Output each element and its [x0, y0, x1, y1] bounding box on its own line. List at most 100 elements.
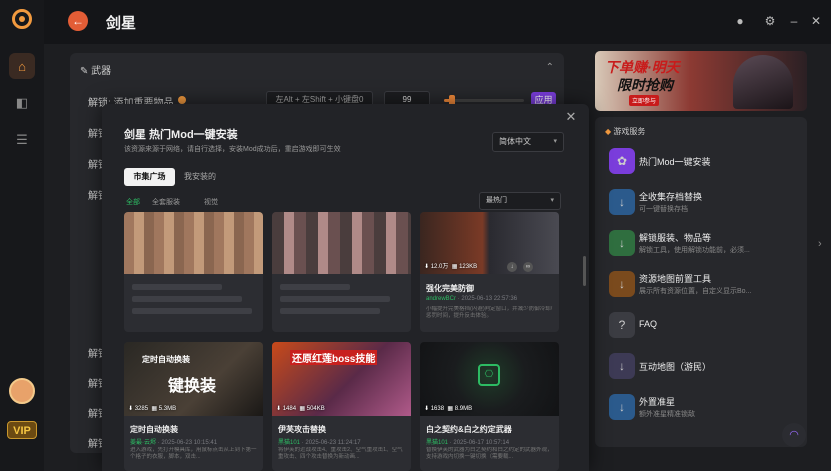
mod-description: 进入游戏，先打开模具库，用鼠标点击从上到下第一个格子的衣服，脚本，双击... [130, 447, 257, 460]
modal-title: 剑星 热门Mod一键安装 [124, 129, 238, 141]
service-title: FAQ [639, 319, 658, 329]
download-icon: ↓ [609, 394, 635, 420]
link-icon[interactable]: ∞ [523, 262, 533, 272]
filter-visual[interactable]: 视觉 [204, 197, 218, 207]
service-subtitle: 额外准星精准锁敌 [639, 411, 695, 418]
blurred-text [280, 284, 350, 290]
mod-card[interactable] [124, 212, 263, 332]
mod-stats: ⬇ 1638 ▦ 8.9MB [424, 406, 473, 412]
faq-icon: ? [609, 312, 635, 338]
mod-description: 小幅提升完美格挡(闪避)判定窗口，并减少防御冷却/惩罚时间，提升反击体验。 [426, 306, 553, 319]
thumbnail-caption: 键换装 [168, 378, 217, 395]
service-item[interactable]: ↓ 互动地图（游民） [609, 352, 799, 382]
service-item[interactable]: ↓ 全收集存档替换 可一键替换存档 [609, 188, 799, 218]
language-select[interactable]: 简体中文 ▾ [492, 132, 564, 152]
page-title: 剑星 [106, 15, 137, 32]
banner-line1: 下单赚·明天 [605, 59, 680, 75]
quantity-slider[interactable] [444, 95, 524, 106]
game-services-panel: ◆ 游戏服务 ✿ 热门Mod一键安装 ↓ 全收集存档替换 可一键替换存档 ↓ 解锁服装、物品… [595, 117, 807, 447]
left-rail: ⌂ ◧ ☰ VIP [0, 0, 44, 471]
mod-thumbnail [272, 212, 411, 274]
download-icon: ↓ [609, 189, 635, 215]
mod-name: 白之契约&白之约定武器 [426, 425, 512, 434]
mod-card[interactable] [272, 212, 411, 332]
filter-outfits[interactable]: 全套服装 [152, 197, 180, 207]
database-icon[interactable]: ☰ [9, 127, 35, 153]
mod-card[interactable]: 定时自动换装 键换装 ⬇ 3285 ▦ 5.3MB 定时自动换装 姜最·云烬 ·… [124, 342, 263, 471]
mod-thumbnail: ⬇ 12.0万 ▦ 123KB ↓ ∞ [420, 212, 559, 274]
mod-card[interactable]: 还原红莲boss技能 ⬇ 1484 ▦ 504KB 伊芙攻击替换 黑猫101 ·… [272, 342, 411, 471]
tab-installed[interactable]: 我安装的 [184, 168, 216, 186]
filter-all[interactable]: 全部 [126, 197, 140, 207]
mod-stats: ⬇ 12.0万 ▦ 123KB [424, 264, 478, 270]
service-item[interactable]: ↓ 资源地图前置工具 展示所有资源位置，自定义显示Bo... [609, 270, 799, 300]
vip-badge[interactable]: VIP [7, 421, 37, 439]
blurred-text [132, 284, 222, 290]
avatar[interactable] [9, 378, 35, 404]
close-icon[interactable]: ✕ [564, 110, 578, 124]
service-subtitle: 展示所有资源位置，自定义显示Bo... [639, 288, 752, 295]
service-subtitle: 可一键替换存档 [639, 206, 688, 213]
mod-card[interactable]: ⬇ 12.0万 ▦ 123KB ↓ ∞ 强化完美防御 andrewBCr · 2… [420, 212, 559, 332]
back-button[interactable]: ← [68, 11, 88, 31]
service-title: 解锁服装、物品等 [639, 233, 712, 243]
promo-banner[interactable]: 下单赚·明天 限时抢购 立即参与 [595, 51, 807, 111]
title-bar: ← 剑星 ● ⚙ – ✕ [44, 0, 831, 44]
blurred-text [132, 308, 252, 314]
service-item[interactable]: ↓ 解锁服装、物品等解锁工具，使用解锁功能前，必须... [609, 229, 799, 259]
mod-meta: andrewBCr · 2025-06-13 22:57:36 [426, 296, 518, 302]
chevron-down-icon: ▾ [553, 138, 557, 145]
blurred-text [132, 296, 242, 302]
close-window-icon[interactable]: ✕ [808, 13, 824, 29]
minimize-icon[interactable]: – [786, 13, 802, 29]
home-icon[interactable]: ⌂ [9, 53, 35, 79]
mod-icon: ✿ [609, 148, 635, 174]
mod-thumbnail: 定时自动换装 键换装 ⬇ 3285 ▦ 5.3MB [124, 342, 263, 416]
blurred-text [280, 308, 380, 314]
mod-meta: 黑猫101 · 2025-06-17 10:57:14 [426, 440, 510, 446]
chevron-down-icon: ▾ [550, 197, 554, 204]
service-title: 互动地图（游民） [639, 362, 712, 372]
weapon-header[interactable]: ✎ 武器 [80, 62, 111, 77]
info-icon[interactable] [178, 96, 186, 104]
download-icon: ↓ [609, 230, 635, 256]
service-item[interactable]: ↓ 外置准星 额外准星精准锁敌 [609, 393, 799, 423]
mod-meta: 黑猫101 · 2025-06-23 11:24:17 [278, 440, 361, 446]
settings-icon[interactable]: ⚙ [762, 13, 778, 29]
mod-description: 替换伊芙的武器为白之契约和白之约定的武器外观，支持游戏内切换一键切换（需要载..… [426, 447, 553, 460]
mod-thumbnail [124, 212, 263, 274]
service-title: 全收集存档替换 [639, 192, 703, 202]
services-header: ◆ 游戏服务 [605, 127, 646, 136]
mod-thumbnail: ⎔ ⬇ 1638 ▦ 8.9MB [420, 342, 559, 416]
sort-select[interactable]: 最热门 ▾ [479, 192, 561, 210]
mod-install-modal: 剑星 热门Mod一键安装 该资源来源于网络，请自行选择，安装Mod成功后，重启游… [102, 104, 589, 471]
mod-meta: 姜最·云烬 · 2025-06-23 10:15:41 [130, 440, 218, 446]
mod-stats: ⬇ 3285 ▦ 5.3MB [128, 406, 177, 412]
collapse-chevron-icon[interactable]: ⌃ [546, 62, 554, 73]
service-item[interactable]: ? FAQ [609, 311, 799, 341]
service-subtitle: 解锁工具，使用解锁功能前，必须... [639, 247, 750, 254]
banner-line2: 限时抢购 [617, 77, 673, 93]
chevron-right-icon[interactable]: › [818, 238, 830, 256]
headset-icon[interactable]: ◠ [782, 423, 806, 447]
record-icon[interactable]: ● [732, 13, 748, 29]
blurred-text [280, 296, 390, 302]
mod-name: 伊芙攻击替换 [278, 425, 326, 434]
tab-market[interactable]: 市集广场 [124, 168, 175, 186]
mod-thumbnail: 还原红莲boss技能 ⬇ 1484 ▦ 504KB [272, 342, 411, 416]
banner-character-image [733, 55, 793, 109]
download-icon[interactable]: ↓ [507, 262, 517, 272]
modal-scrollbar[interactable] [583, 256, 586, 286]
modal-description: 该资源来源于网络，请自行选择，安装Mod成功后，重启游戏即可生效 [124, 146, 341, 153]
app-logo-icon [12, 9, 32, 29]
mod-stats: ⬇ 1484 ▦ 504KB [276, 406, 325, 412]
banner-cta[interactable]: 立即参与 [629, 95, 660, 106]
thumbnail-caption: 定时自动换装 [142, 355, 190, 364]
gamepad-icon[interactable]: ◧ [9, 90, 35, 116]
thumbnail-caption: 还原红莲boss技能 [290, 350, 378, 365]
mod-card[interactable]: ⎔ ⬇ 1638 ▦ 8.9MB 白之契约&白之约定武器 黑猫101 · 202… [420, 342, 559, 471]
mod-name: 定时自动换装 [130, 425, 178, 434]
service-item[interactable]: ✿ 热门Mod一键安装 [609, 147, 799, 177]
service-title: 资源地图前置工具 [639, 274, 712, 284]
right-column: 下单赚·明天 限时抢购 立即参与 ◆ 游戏服务 ✿ 热门Mod一键安装 ↓ 全收集存档… [594, 44, 808, 464]
